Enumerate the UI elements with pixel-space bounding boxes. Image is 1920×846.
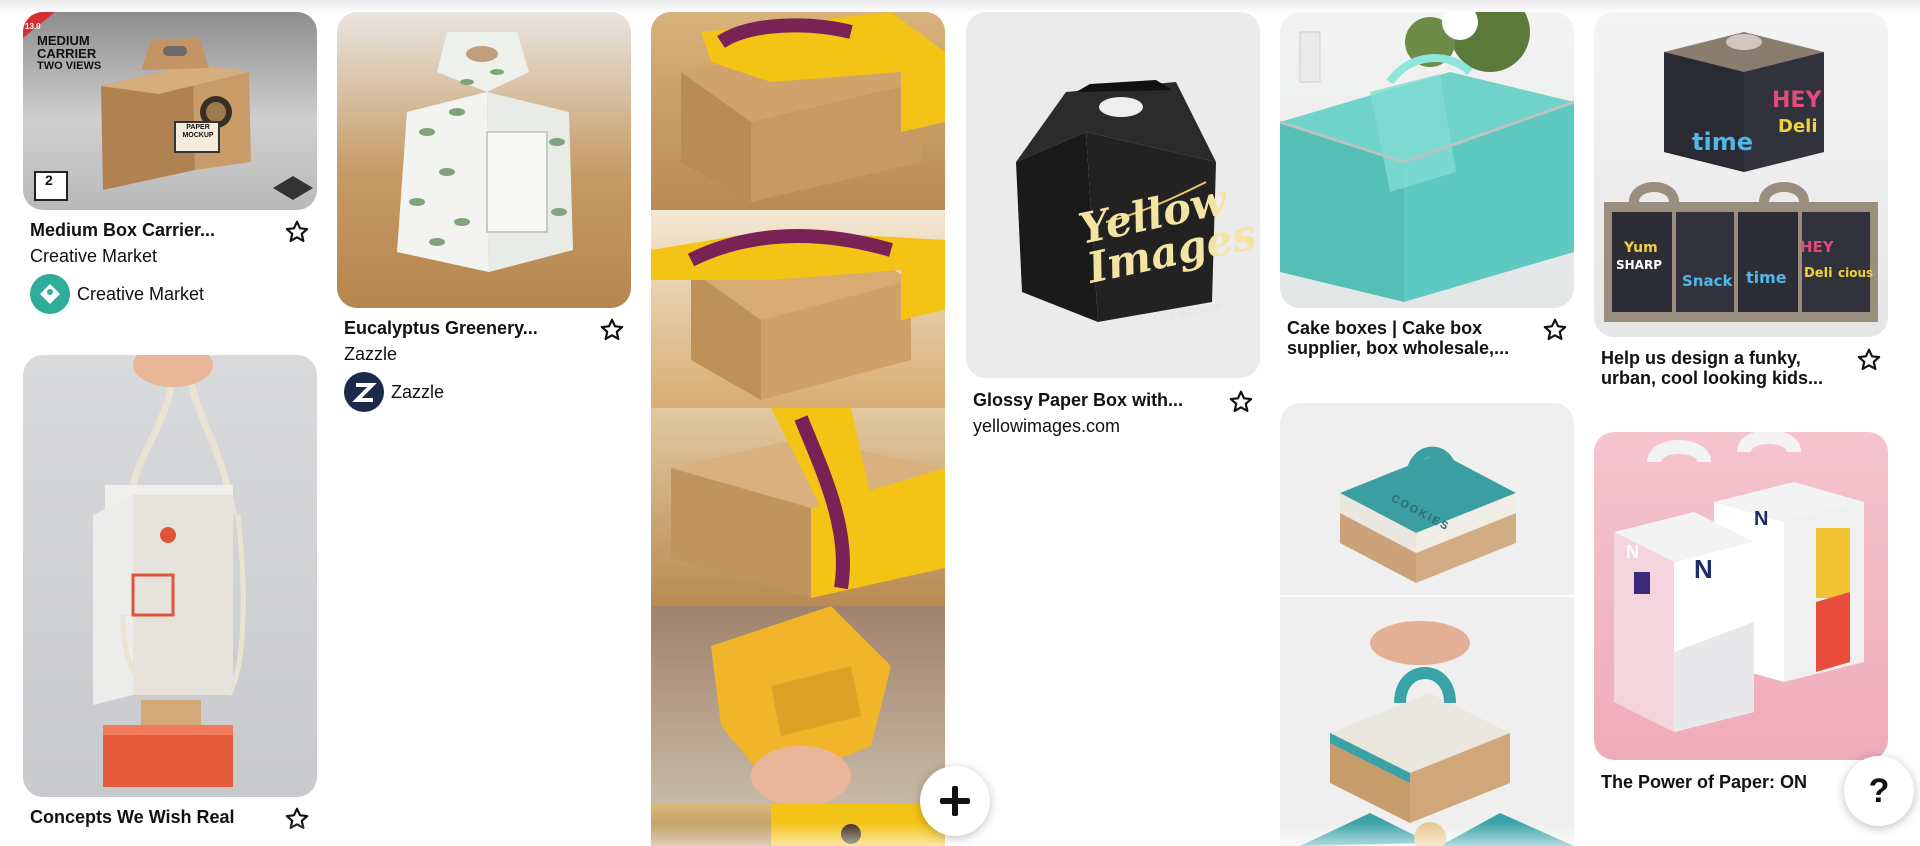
yellow-band-box-illustration <box>671 408 945 598</box>
pin-card[interactable]: COOKIES <box>1280 403 1574 846</box>
chalk-word: HEY <box>1772 88 1822 113</box>
pin-title[interactable]: Help us design a funky, urban, cool look… <box>1601 348 1823 388</box>
collage-frame <box>651 804 945 846</box>
mockup-views: 2 <box>45 172 53 188</box>
yellow-band-box-illustration <box>651 229 945 400</box>
mockup-stamp: PAPER MOCKUP <box>182 124 214 139</box>
mockup-line: TWO VIEWS <box>37 60 102 72</box>
pin-card[interactable]: Eucalyptus Greenery... Zazzle Zazzle <box>337 12 631 422</box>
pin-card[interactable] <box>651 12 945 846</box>
pin-source[interactable]: Zazzle <box>344 344 397 365</box>
tag-icon <box>40 284 60 304</box>
pin-source[interactable]: yellowimages.com <box>973 416 1120 437</box>
teal-cake-box-illustration <box>1280 12 1574 302</box>
paper-boxes-illustration <box>1614 432 1864 732</box>
brand-letter: N <box>1694 554 1713 584</box>
chalk-words: HEY Deli time Yum SHARP Snack time HEY D… <box>1594 12 1888 337</box>
brand-letter: N <box>1754 508 1769 530</box>
star-outline-icon[interactable] <box>599 317 625 343</box>
pin-image[interactable] <box>1280 12 1574 308</box>
star-outline-icon[interactable] <box>284 219 310 245</box>
pin-image[interactable] <box>337 12 631 308</box>
pin-image[interactable]: HEY Deli time Yum SHARP Snack time HEY D… <box>1594 12 1888 337</box>
collage-strip-illustration <box>771 804 945 846</box>
mockup-line: CARRIER <box>37 46 97 61</box>
yellow-band-box-illustration <box>681 12 945 202</box>
mockup-badge: 13.0 <box>25 22 41 31</box>
chalk-word: Yum <box>1624 240 1658 256</box>
pin-card[interactable]: N N N The Power of Paper: ON <box>1594 432 1888 796</box>
collage-frame <box>651 210 945 410</box>
collage-frame <box>651 408 945 608</box>
pin-source[interactable]: Creative Market <box>30 246 157 267</box>
collage-frame <box>651 12 945 212</box>
mockup-label: MEDIUM CARRIER TWO VIEWS <box>37 34 101 73</box>
pin-title[interactable]: Concepts We Wish Real <box>30 807 235 827</box>
pin-image[interactable]: Yellow Images BOX MOCKUP <box>966 12 1260 378</box>
eucalyptus-box-illustration <box>397 32 573 272</box>
cookie-box-illustration <box>1280 446 1574 846</box>
chalk-word: time <box>1692 128 1753 156</box>
pin-title[interactable]: Eucalyptus Greenery... <box>344 318 538 338</box>
chalk-word: SHARP <box>1616 258 1663 272</box>
zazzle-avatar-icon[interactable] <box>344 372 384 412</box>
pin-title-line: supplier, box wholesale,... <box>1287 338 1510 358</box>
plus-icon <box>940 786 970 816</box>
pin-image[interactable] <box>651 12 945 846</box>
pin-title-line: urban, cool looking kids... <box>1601 368 1824 388</box>
pin-card[interactable]: Cake boxes | Cake box supplier, box whol… <box>1280 12 1574 372</box>
chalk-word: time <box>1746 268 1787 287</box>
pin-image[interactable] <box>23 355 317 797</box>
add-button[interactable] <box>920 766 990 836</box>
pin-image[interactable]: 13.0 MEDIUM CARRIER TWO VIEWS PAPER MOCK… <box>23 12 317 210</box>
chalk-word: cious <box>1838 266 1874 280</box>
pin-title[interactable]: Glossy Paper Box with... <box>973 390 1183 410</box>
pin-image[interactable]: COOKIES <box>1280 403 1574 846</box>
pinner-name[interactable]: Creative Market <box>77 284 204 305</box>
pin-card[interactable]: HEY Deli time Yum SHARP Snack time HEY D… <box>1594 12 1888 392</box>
chalk-word: Deli <box>1804 266 1833 281</box>
pin-title[interactable]: Medium Box Carrier... <box>30 220 215 240</box>
star-outline-icon[interactable] <box>1542 317 1568 343</box>
pin-title-line: Help us design a funky, <box>1601 348 1801 368</box>
star-outline-icon[interactable] <box>284 806 310 832</box>
chalk-word: Deli <box>1778 116 1818 137</box>
creative-market-avatar-icon[interactable] <box>30 274 70 314</box>
z-logo-icon <box>352 383 377 402</box>
brand-letter: N <box>1626 542 1639 562</box>
pinner-name[interactable]: Zazzle <box>391 382 444 403</box>
collage-frame <box>651 606 945 806</box>
pin-card[interactable]: Concepts We Wish Real <box>23 355 317 846</box>
folded-template-illustration <box>711 606 891 804</box>
chalk-word: HEY <box>1800 238 1834 256</box>
help-button[interactable]: ? <box>1844 756 1914 826</box>
question-mark-icon: ? <box>1868 771 1890 810</box>
pin-title-line: Cake boxes | Cake box <box>1287 318 1483 338</box>
pin-title[interactable]: Cake boxes | Cake box supplier, box whol… <box>1287 318 1509 358</box>
star-outline-icon[interactable] <box>1856 347 1882 373</box>
pin-card[interactable]: 13.0 MEDIUM CARRIER TWO VIEWS PAPER MOCK… <box>23 12 317 342</box>
pin-title[interactable]: The Power of Paper: ON <box>1601 772 1807 792</box>
rope-bag-illustration <box>93 355 246 787</box>
chalk-word: Snack <box>1682 272 1733 290</box>
pin-image[interactable]: N N N <box>1594 432 1888 760</box>
pin-card[interactable]: Yellow Images BOX MOCKUP Glossy Paper Bo… <box>966 12 1260 442</box>
star-outline-icon[interactable] <box>1228 389 1254 415</box>
